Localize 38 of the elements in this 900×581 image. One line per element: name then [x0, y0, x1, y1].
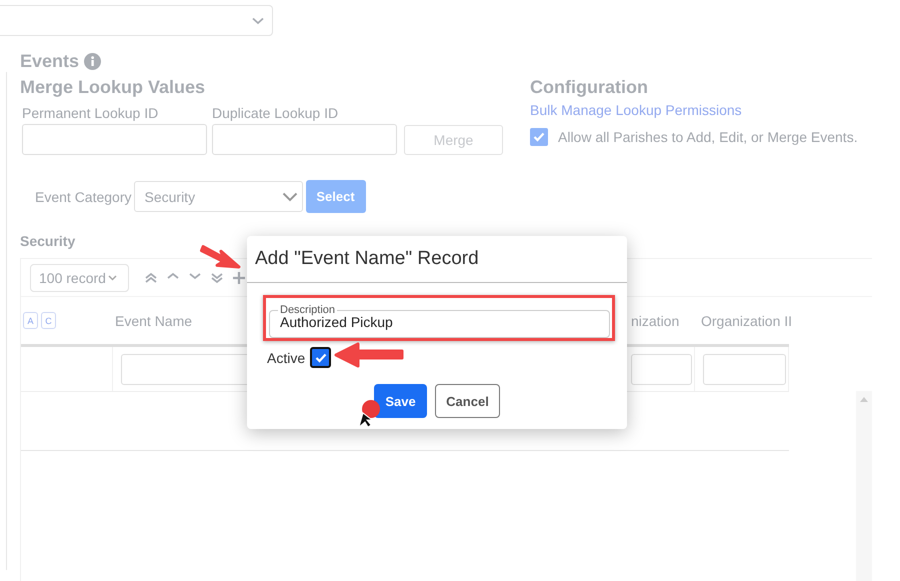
- double-chevron-down-icon[interactable]: [211, 272, 223, 284]
- page-size-select[interactable]: 100 record: [30, 264, 129, 292]
- table-title: Security: [20, 233, 76, 251]
- field-label: Event Category: [35, 188, 132, 204]
- sort-toggle[interactable]: C: [41, 312, 56, 329]
- checkbox[interactable]: [530, 128, 548, 146]
- lookup-id-field[interactable]: [22, 124, 207, 155]
- sort-toggle[interactable]: A: [23, 312, 38, 329]
- filter-field[interactable]: [703, 354, 786, 384]
- active-checkbox[interactable]: [310, 347, 332, 368]
- filter-field[interactable]: [631, 354, 692, 384]
- info-icon[interactable]: [84, 52, 102, 70]
- page-title: Events: [20, 50, 80, 72]
- scroll-up-icon[interactable]: [860, 397, 868, 402]
- lookup-id-field[interactable]: [212, 124, 397, 155]
- column-header[interactable]: Organization II: [695, 312, 789, 328]
- dialog-title: Add "Event Name" Record: [247, 236, 627, 283]
- description-field[interactable]: Description Authorized Pickup: [269, 305, 610, 338]
- checkmark-icon: [533, 132, 545, 142]
- dropdown-field[interactable]: [0, 5, 273, 36]
- checkmark-icon: [314, 352, 327, 362]
- checkbox-label: Allow all Parishes to Add, Edit, or Merge Events.: [558, 129, 858, 145]
- scrollbar[interactable]: [856, 391, 872, 581]
- section-title: Merge Lookup Values: [20, 77, 206, 99]
- double-chevron-up-icon[interactable]: [145, 272, 157, 284]
- checkbox-label: Active: [267, 350, 306, 366]
- chevron-down-icon: [282, 192, 298, 202]
- plus-icon[interactable]: [233, 272, 245, 284]
- field-label: Duplicate Lookup ID: [212, 105, 340, 121]
- section-title: Configuration: [530, 77, 649, 99]
- category-select[interactable]: Security: [134, 181, 302, 212]
- field-label: Permanent Lookup ID: [22, 105, 160, 121]
- save-button[interactable]: Save: [374, 384, 427, 418]
- permissions-link[interactable]: Bulk Manage Lookup Permissions: [530, 102, 858, 118]
- cancel-button[interactable]: Cancel: [435, 384, 500, 418]
- chevron-down-icon: [108, 274, 117, 280]
- select-button[interactable]: Select: [306, 180, 366, 213]
- chevron-down-icon: [252, 16, 264, 24]
